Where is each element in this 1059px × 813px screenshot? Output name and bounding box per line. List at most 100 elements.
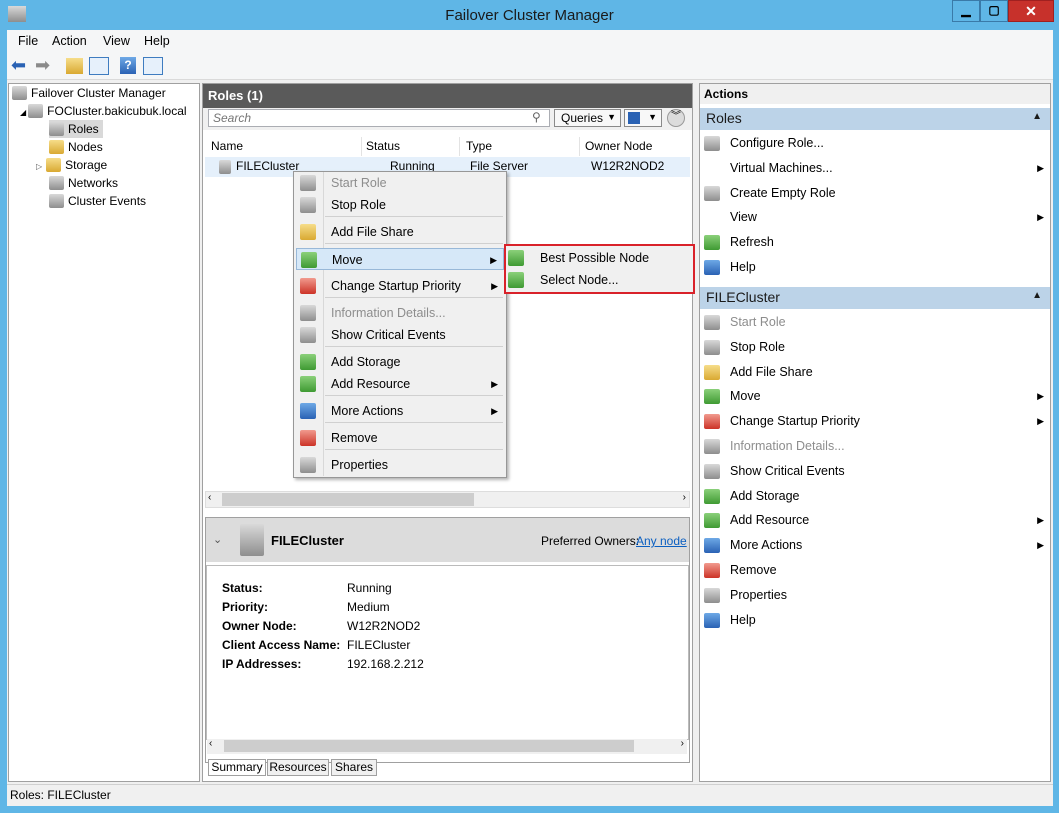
- stop-role-icon: [704, 339, 720, 355]
- column-header-owner-node[interactable]: Owner Node: [581, 137, 688, 156]
- context-show-critical-events[interactable]: Show Critical Events: [296, 324, 504, 346]
- collapse-triangle-icon[interactable]: ▲: [1032, 111, 1042, 122]
- collapse-icon[interactable]: ︾: [667, 109, 685, 127]
- tab-summary[interactable]: Summary: [208, 759, 266, 776]
- collapse-chevron-icon[interactable]: ⌄: [213, 533, 222, 546]
- action-start-role[interactable]: Start Role: [704, 311, 1048, 333]
- summary-horizontal-scrollbar[interactable]: ‹ ›: [207, 738, 687, 754]
- properties-icon: [704, 587, 720, 603]
- action-add-resource[interactable]: Add Resource ▶: [704, 509, 1048, 531]
- search-icon[interactable]: ⚲: [532, 110, 541, 124]
- help-icon[interactable]: ?: [120, 57, 136, 74]
- back-arrow-icon[interactable]: ⬅: [11, 56, 31, 76]
- action-view[interactable]: View ▶: [704, 206, 1048, 228]
- roles-section-header[interactable]: Roles ▲: [700, 108, 1050, 130]
- context-more-actions[interactable]: More Actions ▶: [296, 400, 504, 422]
- action-more-actions[interactable]: More Actions ▶: [704, 534, 1048, 556]
- context-properties[interactable]: Properties: [296, 454, 504, 476]
- context-add-storage[interactable]: Add Storage: [296, 351, 504, 373]
- configure-role-icon: [704, 136, 720, 151]
- collapse-triangle-icon[interactable]: ▲: [1032, 290, 1042, 301]
- action-label: Stop Role: [730, 339, 785, 354]
- tree-root[interactable]: Failover Cluster Manager: [12, 84, 166, 102]
- queries-button[interactable]: Queries ▼: [554, 109, 621, 127]
- action-label: Refresh: [730, 235, 774, 250]
- menu-separator: [325, 346, 503, 347]
- column-header-type[interactable]: Type: [462, 137, 580, 156]
- minimize-button[interactable]: ▁: [952, 0, 980, 22]
- scroll-left-icon[interactable]: ‹: [208, 492, 211, 503]
- context-start-role[interactable]: Start Role: [296, 172, 504, 194]
- scroll-thumb[interactable]: [224, 740, 634, 752]
- ip-addresses-label: IP Addresses:: [222, 657, 302, 671]
- tree-cluster[interactable]: ◢ FOCluster.bakicubuk.local: [20, 102, 187, 120]
- preferred-owners-link[interactable]: Any node: [636, 534, 687, 548]
- submenu-arrow-icon: ▶: [1037, 515, 1044, 526]
- menu-item-label: Add File Share: [331, 225, 414, 239]
- scroll-thumb[interactable]: [222, 493, 474, 506]
- action-help[interactable]: Help: [704, 609, 1048, 631]
- action-add-file-share[interactable]: Add File Share: [704, 361, 1048, 383]
- menu-help[interactable]: Help: [144, 34, 170, 48]
- tab-shares[interactable]: Shares: [331, 759, 377, 776]
- action-change-startup-priority[interactable]: Change Startup Priority ▶: [704, 410, 1048, 432]
- action-stop-role[interactable]: Stop Role: [704, 336, 1048, 358]
- action-move[interactable]: Move ▶: [704, 385, 1048, 407]
- tree-item-cluster-events[interactable]: Cluster Events: [49, 192, 146, 210]
- menu-view[interactable]: View: [103, 34, 130, 48]
- search-input[interactable]: [208, 109, 550, 127]
- status-bar: Roles: FILECluster: [7, 784, 1053, 806]
- tree-item-networks[interactable]: Networks: [49, 174, 118, 192]
- forward-arrow-icon[interactable]: ➡: [35, 56, 55, 76]
- action-configure-role[interactable]: Configure Role...: [704, 132, 1048, 154]
- close-button[interactable]: ✕: [1008, 0, 1054, 22]
- filecluster-section-header[interactable]: FILECluster ▲: [700, 287, 1050, 309]
- action-add-storage[interactable]: Add Storage: [704, 485, 1048, 507]
- expanded-arrow-icon[interactable]: ◢: [20, 108, 26, 117]
- tree-item-roles[interactable]: Roles: [49, 120, 103, 138]
- action-label: Help: [730, 612, 756, 627]
- action-label: Information Details...: [730, 439, 845, 453]
- context-add-file-share[interactable]: Add File Share: [296, 221, 504, 243]
- action-refresh[interactable]: Refresh: [704, 231, 1048, 253]
- scroll-right-icon[interactable]: ›: [681, 738, 684, 749]
- menu-item-label: More Actions: [331, 404, 404, 418]
- action-information-details[interactable]: Information Details...: [704, 435, 1048, 457]
- menu-file[interactable]: File: [18, 34, 38, 48]
- action-label: Add Resource: [730, 513, 810, 528]
- context-move[interactable]: Move ▶: [296, 248, 504, 270]
- action-remove[interactable]: Remove: [704, 559, 1048, 581]
- context-remove[interactable]: Remove: [296, 427, 504, 449]
- action-virtual-machines[interactable]: Virtual Machines... ▶: [704, 157, 1048, 179]
- folder-icon: [300, 224, 316, 240]
- submenu-select-node[interactable]: Select Node...: [508, 269, 691, 291]
- up-folder-icon[interactable]: [66, 58, 83, 74]
- collapsed-arrow-icon[interactable]: ▷: [36, 162, 42, 171]
- menu-action[interactable]: Action: [52, 34, 87, 48]
- column-header-status[interactable]: Status: [362, 137, 460, 156]
- action-label: Remove: [730, 563, 777, 577]
- maximize-button[interactable]: ▢: [980, 0, 1008, 22]
- tree-item-nodes[interactable]: Nodes: [49, 138, 103, 156]
- scroll-left-icon[interactable]: ‹: [209, 738, 212, 749]
- tree-item-storage[interactable]: ▷ Storage: [36, 156, 107, 174]
- save-query-button[interactable]: ▼: [624, 109, 662, 127]
- show-hide-tree-icon[interactable]: [89, 57, 109, 75]
- context-stop-role[interactable]: Stop Role: [296, 194, 504, 216]
- column-header-name[interactable]: Name: [207, 137, 362, 156]
- context-add-resource[interactable]: Add Resource ▶: [296, 373, 504, 395]
- action-help[interactable]: Help: [704, 256, 1048, 278]
- submenu-best-possible-node[interactable]: Best Possible Node: [508, 247, 691, 269]
- action-show-critical-events[interactable]: Show Critical Events: [704, 460, 1048, 482]
- context-change-startup-priority[interactable]: Change Startup Priority ▶: [296, 275, 504, 297]
- menu-item-label: Add Resource: [331, 377, 411, 391]
- action-create-empty-role[interactable]: Create Empty Role: [704, 182, 1048, 204]
- context-information-details[interactable]: Information Details...: [296, 302, 504, 324]
- nodes-icon: [49, 140, 64, 154]
- show-hide-action-pane-icon[interactable]: [143, 57, 163, 75]
- scroll-right-icon[interactable]: ›: [683, 492, 686, 503]
- submenu-arrow-icon: ▶: [491, 379, 498, 389]
- action-properties[interactable]: Properties: [704, 584, 1048, 606]
- horizontal-scrollbar[interactable]: ‹ ›: [205, 491, 690, 508]
- tab-resources[interactable]: Resources: [267, 759, 329, 776]
